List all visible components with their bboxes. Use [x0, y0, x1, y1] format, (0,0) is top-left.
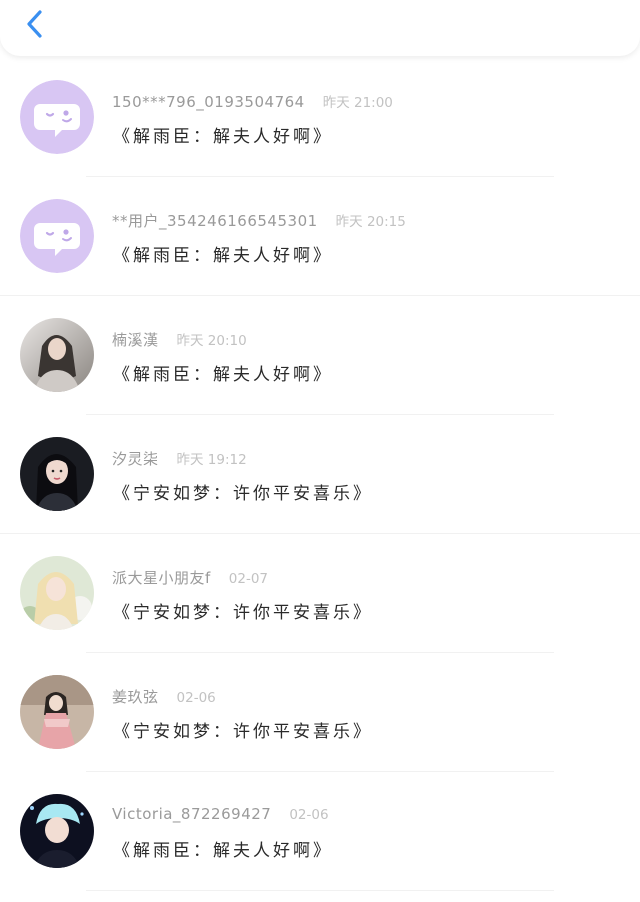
list-item[interactable]: 汐灵柒 昨天 19:12 《宁安如梦：许你平安喜乐》 — [0, 415, 640, 534]
top-bar — [0, 0, 640, 56]
avatar[interactable] — [20, 675, 94, 749]
avatar[interactable] — [20, 556, 94, 630]
item-meta: 楠溪漢 昨天 20:10 — [112, 329, 247, 351]
avatar[interactable] — [20, 437, 94, 511]
message-text: 《解雨臣：解夫人好啊》 — [113, 127, 333, 147]
timestamp: 昨天 19:12 — [176, 452, 247, 468]
item-meta: 姜玖弦 02-06 — [112, 686, 216, 708]
username[interactable]: 派大星小朋友f — [112, 567, 211, 588]
item-meta: 派大星小朋友f 02-07 — [112, 567, 268, 589]
message-text: 《宁安如梦：许你平安喜乐》 — [113, 484, 373, 504]
avatar[interactable] — [20, 80, 94, 154]
item-meta: **用户_354246166545301 昨天 20:15 — [112, 210, 406, 232]
avatar[interactable] — [20, 794, 94, 868]
message-text: 《解雨臣：解夫人好啊》 — [113, 365, 333, 385]
divider — [86, 890, 554, 891]
list-item[interactable]: 姜玖弦 02-06 《宁安如梦：许你平安喜乐》 — [0, 653, 640, 772]
username[interactable]: 姜玖弦 — [112, 686, 159, 707]
list-item[interactable]: Victoria_872269427 02-06 《解雨臣：解夫人好啊》 — [0, 772, 640, 891]
username[interactable]: **用户_354246166545301 — [112, 210, 318, 231]
item-meta: 150***796_0193504764 昨天 21:00 — [112, 91, 393, 113]
user-photo-avatar — [20, 556, 94, 630]
user-photo-avatar — [20, 437, 94, 511]
list-item[interactable]: 派大星小朋友f 02-07 《宁安如梦：许你平安喜乐》 — [0, 534, 640, 653]
username[interactable]: 楠溪漢 — [112, 329, 159, 350]
user-photo-avatar — [20, 318, 94, 392]
list-item[interactable]: **用户_354246166545301 昨天 20:15 《解雨臣：解夫人好啊… — [0, 177, 640, 296]
username[interactable]: Victoria_872269427 — [112, 805, 271, 823]
message-text: 《解雨臣：解夫人好啊》 — [113, 246, 333, 266]
avatar[interactable] — [20, 318, 94, 392]
avatar[interactable] — [20, 199, 94, 273]
timestamp: 02-06 — [289, 807, 329, 823]
username[interactable]: 汐灵柒 — [112, 448, 159, 469]
item-meta: 汐灵柒 昨天 19:12 — [112, 448, 247, 470]
message-list: 150***796_0193504764 昨天 21:00 《解雨臣：解夫人好啊… — [0, 58, 640, 891]
timestamp: 02-07 — [228, 571, 269, 587]
list-item[interactable]: 150***796_0193504764 昨天 21:00 《解雨臣：解夫人好啊… — [0, 58, 640, 177]
timestamp: 昨天 20:10 — [176, 333, 247, 349]
chevron-left-icon — [27, 10, 42, 38]
message-text: 《宁安如梦：许你平安喜乐》 — [113, 603, 373, 623]
timestamp: 昨天 21:00 — [322, 95, 393, 111]
list-item[interactable]: 楠溪漢 昨天 20:10 《解雨臣：解夫人好啊》 — [0, 296, 640, 415]
user-photo-avatar — [20, 675, 94, 749]
username[interactable]: 150***796_0193504764 — [112, 93, 305, 111]
user-photo-avatar — [20, 794, 94, 868]
timestamp: 昨天 20:15 — [335, 214, 406, 230]
item-meta: Victoria_872269427 02-06 — [112, 805, 329, 827]
default-chat-avatar-icon — [20, 199, 94, 273]
timestamp: 02-06 — [176, 690, 216, 706]
default-chat-avatar-icon — [20, 80, 94, 154]
message-text: 《宁安如梦：许你平安喜乐》 — [113, 722, 373, 742]
message-text: 《解雨臣：解夫人好啊》 — [113, 841, 333, 861]
back-button[interactable] — [18, 4, 54, 44]
